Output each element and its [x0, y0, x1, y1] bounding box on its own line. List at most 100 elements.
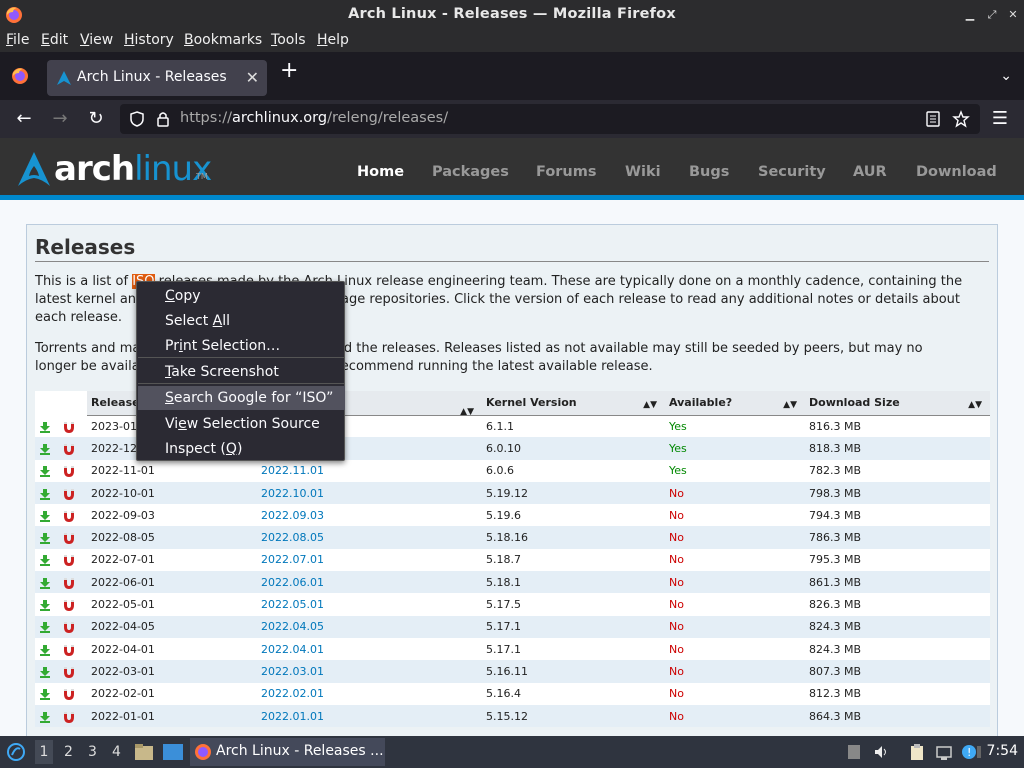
shield-icon[interactable]	[128, 110, 146, 128]
kernel-version: 5.17.5	[482, 593, 665, 616]
th-available[interactable]: Available? ▲▼	[665, 391, 805, 416]
menu-file[interactable]: File	[6, 32, 29, 48]
magnet-icon[interactable]	[63, 532, 75, 545]
th-kernel-version[interactable]: Kernel Version ▲▼	[482, 391, 665, 416]
version-link[interactable]: 2022.07.01	[257, 548, 482, 572]
context-menu-item[interactable]: Search Google for “ISO”	[138, 386, 345, 410]
volume-icon[interactable]	[872, 743, 890, 761]
version-link[interactable]: 2022.01.01	[257, 704, 482, 728]
kernel-version: 6.0.6	[482, 459, 665, 482]
forward-icon[interactable]: →	[49, 108, 71, 130]
show-desktop-icon[interactable]	[162, 743, 184, 761]
menu-view[interactable]: View	[80, 32, 113, 48]
drive-icon[interactable]	[845, 743, 863, 761]
nav-forums[interactable]: Forums	[536, 164, 597, 180]
magnet-icon[interactable]	[63, 510, 75, 522]
magnet-icon[interactable]	[63, 488, 75, 500]
reader-view-icon[interactable]	[924, 110, 942, 128]
magnet-icon[interactable]	[63, 644, 75, 656]
menu-help[interactable]: Help	[317, 32, 349, 48]
maximize-icon[interactable]: ⤢	[984, 7, 1000, 23]
context-menu-item[interactable]: Inspect (Q)	[138, 437, 345, 461]
context-menu-item[interactable]: Take Screenshot	[138, 360, 345, 384]
start-menu-icon[interactable]	[6, 742, 26, 762]
nav-aur[interactable]: AUR	[853, 164, 887, 180]
menu-history[interactable]: History	[124, 32, 174, 48]
minimize-icon[interactable]: ▁	[962, 7, 978, 23]
nav-bugs[interactable]: Bugs	[689, 164, 729, 180]
magnet-icon[interactable]	[63, 688, 75, 701]
magnet-icon[interactable]	[63, 599, 75, 612]
back-icon[interactable]: ←	[13, 108, 35, 130]
menu-tools[interactable]: Tools	[271, 32, 306, 48]
download-size: 824.3 MB	[805, 615, 990, 638]
magnet-icon[interactable]	[63, 554, 75, 567]
firefox-view-icon[interactable]	[11, 67, 29, 85]
lock-icon[interactable]	[154, 110, 172, 128]
close-tab-icon[interactable]: ✕	[246, 68, 259, 87]
close-window-icon[interactable]: ✕	[1005, 7, 1021, 23]
context-menu-item[interactable]: Copy	[138, 284, 345, 308]
download-icon[interactable]	[39, 599, 51, 612]
workspace-3[interactable]: 3	[88, 744, 97, 760]
magnet-icon[interactable]	[63, 711, 75, 723]
reload-icon[interactable]: ↻	[85, 108, 107, 130]
version-link[interactable]: 2022.04.05	[257, 615, 482, 638]
download-icon[interactable]	[39, 554, 51, 567]
taskbar-firefox-window[interactable]: Arch Linux - Releases ...	[190, 738, 385, 766]
context-menu-item[interactable]: Print Selection…	[138, 334, 345, 358]
version-link[interactable]: 2022.11.01	[257, 459, 482, 482]
workspace-4[interactable]: 4	[112, 744, 121, 760]
version-link[interactable]: 2022.10.01	[257, 481, 482, 505]
download-icon[interactable]	[39, 443, 51, 455]
svg-text:!: !	[967, 746, 971, 759]
menu-edit[interactable]: Edit	[41, 32, 68, 48]
version-link[interactable]: 2022.04.01	[257, 637, 482, 661]
arch-logo[interactable]: archlinux TM	[16, 149, 216, 189]
tab-arch-releases[interactable]: Arch Linux - Releases ✕	[47, 60, 267, 96]
bookmark-star-icon[interactable]	[952, 110, 970, 128]
download-icon[interactable]	[39, 465, 51, 478]
url-bar[interactable]: https://archlinux.org/releng/releases/	[120, 104, 980, 134]
nav-packages[interactable]: Packages	[432, 164, 509, 180]
nav-security[interactable]: Security	[758, 164, 826, 180]
download-icon[interactable]	[39, 644, 51, 656]
network-icon[interactable]	[935, 743, 953, 761]
magnet-icon[interactable]	[63, 621, 75, 634]
list-all-tabs-icon[interactable]: ⌄	[1000, 68, 1012, 84]
workspace-1[interactable]: 1	[35, 740, 53, 764]
version-link[interactable]: 2022.09.03	[257, 504, 482, 527]
download-icon[interactable]	[39, 711, 51, 723]
download-icon[interactable]	[39, 510, 51, 522]
download-icon[interactable]	[39, 421, 51, 433]
magnet-icon[interactable]	[63, 465, 75, 478]
magnet-icon[interactable]	[63, 443, 75, 455]
magnet-icon[interactable]	[63, 666, 75, 678]
nav-home[interactable]: Home	[357, 164, 404, 180]
file-manager-icon[interactable]	[134, 743, 154, 761]
clipboard-icon[interactable]	[908, 743, 926, 761]
download-icon[interactable]	[39, 488, 51, 500]
magnet-icon[interactable]	[63, 421, 75, 433]
menu-bookmarks[interactable]: Bookmarks	[184, 32, 262, 48]
nav-wiki[interactable]: Wiki	[625, 164, 661, 180]
version-link[interactable]: 2022.08.05	[257, 526, 482, 549]
version-link[interactable]: 2022.06.01	[257, 571, 482, 594]
download-icon[interactable]	[39, 666, 51, 678]
magnet-icon[interactable]	[63, 577, 75, 589]
context-menu-item[interactable]: Select All	[138, 309, 345, 333]
th-download-size[interactable]: Download Size ▲▼	[805, 391, 990, 416]
download-icon[interactable]	[39, 532, 51, 545]
new-tab-button[interactable]: +	[280, 60, 298, 82]
download-icon[interactable]	[39, 621, 51, 634]
workspace-2[interactable]: 2	[64, 744, 73, 760]
version-link[interactable]: 2022.05.01	[257, 593, 482, 616]
download-icon[interactable]	[39, 688, 51, 701]
download-icon[interactable]	[39, 577, 51, 589]
release-date: 2022-03-01	[87, 660, 257, 683]
version-link[interactable]: 2022.03.01	[257, 660, 482, 683]
app-menu-icon[interactable]: ☰	[989, 108, 1011, 130]
context-menu-item[interactable]: View Selection Source	[138, 412, 345, 436]
nav-download[interactable]: Download	[916, 164, 997, 180]
version-link[interactable]: 2022.02.01	[257, 682, 482, 705]
